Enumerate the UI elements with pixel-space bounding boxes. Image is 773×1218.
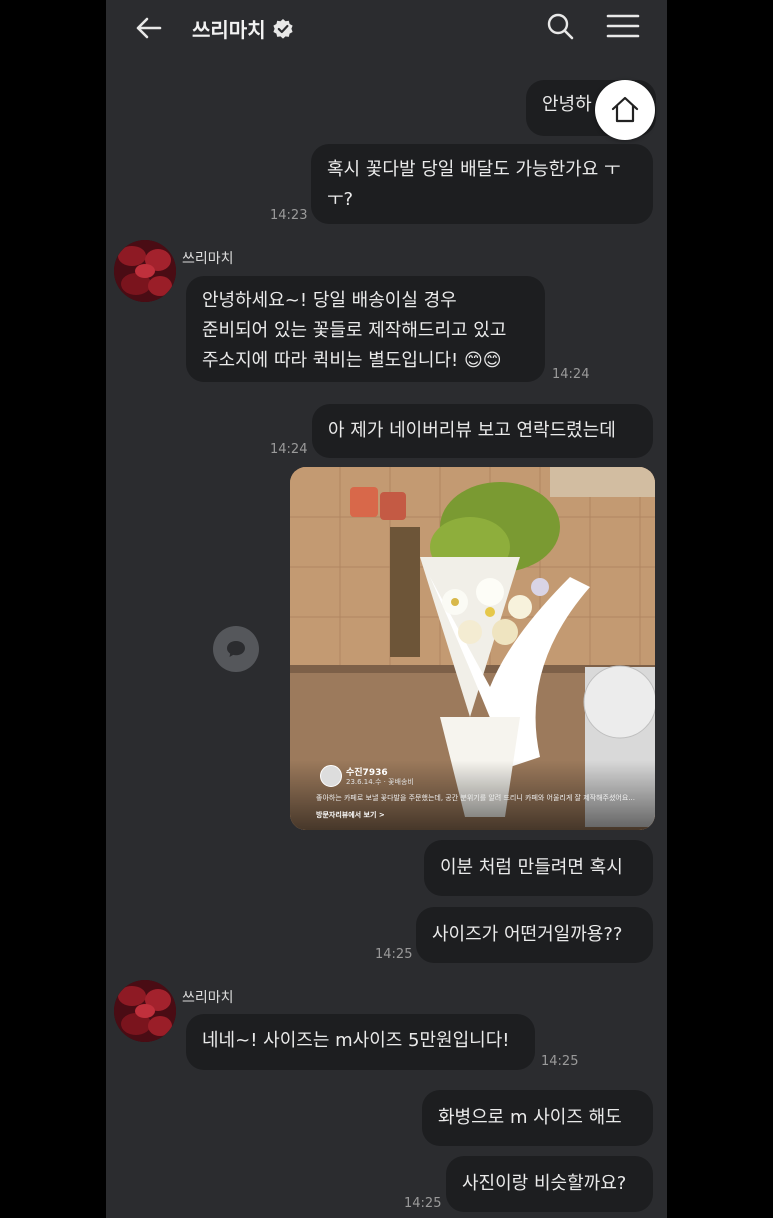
message-bubble-incoming: 안녕하세요~! 당일 배송이실 경우 준비되어 있는 꽃들로 제작해드리고 있고…	[186, 276, 545, 382]
timestamp: 14:25	[404, 1196, 442, 1211]
search-icon[interactable]	[544, 10, 576, 42]
chat-header: 쓰리마치	[106, 0, 667, 56]
share-button[interactable]	[213, 626, 259, 672]
message-bubble-outgoing: 아 제가 네이버리뷰 보고 연락드렸는데	[312, 404, 653, 458]
timestamp: 14:25	[541, 1054, 579, 1069]
message-text: 아 제가 네이버리뷰 보고 연락드렸는데	[328, 420, 616, 441]
message-bubble-outgoing: 사진이랑 비슷할까요?	[446, 1156, 653, 1212]
home-icon	[611, 96, 639, 123]
message-text-line: ㅜ?	[327, 189, 354, 210]
message-bubble-outgoing: 화병으로 m 사이즈 해도	[422, 1090, 653, 1146]
avatar[interactable]	[114, 980, 176, 1042]
back-arrow-icon[interactable]	[132, 12, 164, 44]
review-meta: 23.6.14.수 · 꽃배송비	[346, 778, 414, 786]
timestamp: 14:23	[270, 208, 308, 223]
shared-review-photo[interactable]: 수진7936 23.6.14.수 · 꽃배송비 좋아하는 카페로 보낼 꽃다발을…	[290, 467, 655, 830]
message-text: 사진이랑 비슷할까요?	[462, 1173, 627, 1194]
sender-name: 쓰리마치	[182, 251, 234, 267]
review-link[interactable]: 방문자리뷰에서 보기 >	[316, 810, 385, 820]
chat-title: 쓰리마치	[192, 14, 294, 43]
message-bubble-outgoing: 이분 처럼 만들려면 혹시	[424, 840, 653, 896]
message-bubble-outgoing: 혹시 꽃다발 당일 배달도 가능한가요 ㅜ ㅜ?	[311, 144, 653, 224]
chat-screen: 쓰리마치 안녕하 혹시 꽃다발 당일 배달도 가능한가요 ㅜ ㅜ? 14:23	[106, 0, 667, 1218]
message-text: 네네~! 사이즈는 m사이즈 5만원입니다!	[202, 1030, 510, 1051]
review-description: 좋아하는 카페로 보낼 꽃다발을 주문했는데, 공간 분위기를 알려 드리니 카…	[316, 794, 635, 802]
message-text: 안녕하	[542, 94, 592, 115]
home-button[interactable]	[595, 80, 655, 140]
timestamp: 14:24	[270, 442, 308, 457]
message-text-line: 혹시 꽃다발 당일 배달도 가능한가요 ㅜ	[327, 159, 621, 180]
timestamp: 14:25	[375, 947, 413, 962]
message-text-line: 안녕하세요~! 당일 배송이실 경우	[202, 290, 457, 311]
sender-name: 쓰리마치	[182, 990, 234, 1006]
reviewer-avatar	[320, 765, 342, 787]
menu-icon[interactable]	[606, 10, 640, 42]
verified-badge-icon	[273, 18, 293, 39]
share-bubble-icon	[227, 641, 245, 657]
message-text: 사이즈가 어떤거일까용??	[432, 924, 623, 945]
timestamp: 14:24	[552, 367, 590, 382]
message-text: 화병으로 m 사이즈 해도	[438, 1107, 622, 1128]
message-text-line: 주소지에 따라 퀵비는 별도입니다! 😊😊	[202, 350, 502, 371]
avatar[interactable]	[114, 240, 176, 302]
message-text-line: 준비되어 있는 꽃들로 제작해드리고 있고	[202, 320, 507, 341]
chat-title-text: 쓰리마치	[192, 18, 266, 42]
message-text: 이분 처럼 만들려면 혹시	[440, 857, 623, 878]
message-bubble-incoming: 네네~! 사이즈는 m사이즈 5만원입니다!	[186, 1014, 535, 1070]
message-bubble-outgoing: 사이즈가 어떤거일까용??	[416, 907, 653, 963]
